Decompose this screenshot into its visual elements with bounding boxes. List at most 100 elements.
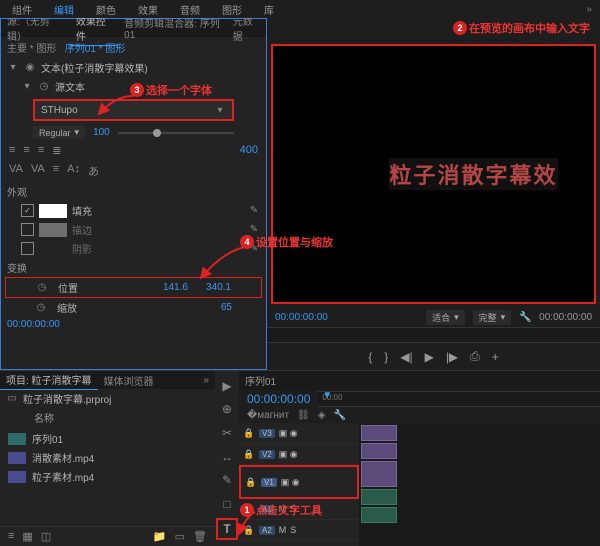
slip-tool[interactable]: ↔ xyxy=(218,448,236,466)
tracking-icon[interactable]: VA xyxy=(31,163,45,179)
layer-name: 文本(粒子消散字幕效果) xyxy=(41,60,148,75)
shadow-checkbox[interactable] xyxy=(21,242,34,255)
lock-icon[interactable]: 🔒 xyxy=(245,476,257,488)
step-back-icon[interactable]: ◀| xyxy=(400,350,412,364)
marker-icon[interactable]: ◈ xyxy=(318,410,326,421)
list-item[interactable]: 粒子素材.mp4 xyxy=(0,467,215,486)
eye-icon[interactable]: ◉ xyxy=(24,62,36,74)
stopwatch-icon[interactable]: ◷ xyxy=(36,282,48,294)
tab-color[interactable]: 颜色 xyxy=(92,0,120,19)
overflow-icon[interactable]: » xyxy=(586,4,592,15)
clip[interactable] xyxy=(361,461,397,487)
scale-value[interactable]: 65 xyxy=(221,302,232,313)
align-justify-icon[interactable]: ≣ xyxy=(52,144,61,157)
stroke-row[interactable]: 描边 ✎ xyxy=(1,220,266,239)
tab-graphics[interactable]: 图形 xyxy=(218,0,246,19)
track-area[interactable] xyxy=(359,423,600,546)
font-size[interactable]: 100 xyxy=(93,127,110,138)
chevron-down-icon: ▾ xyxy=(21,81,33,93)
timeline-tab[interactable]: 序列01 xyxy=(245,373,276,388)
kerning-icon[interactable]: VA xyxy=(9,163,23,179)
stroke-checkbox[interactable] xyxy=(21,223,34,236)
snap-icon[interactable]: �магнит xyxy=(247,410,289,421)
monitor-timecode-left[interactable]: 00:00:00:00 xyxy=(275,312,328,323)
tracking-value[interactable]: 400 xyxy=(240,144,258,157)
position-x[interactable]: 141.6 xyxy=(163,282,188,293)
step-fwd-icon[interactable]: |▶ xyxy=(446,350,458,364)
resolution-dropdown[interactable]: 完整 ▾ xyxy=(473,310,512,325)
shadow-swatch[interactable] xyxy=(39,242,67,256)
ripple-tool[interactable]: ✂ xyxy=(218,424,236,442)
fill-swatch[interactable] xyxy=(39,204,67,218)
lock-icon[interactable]: 🔒 xyxy=(243,427,255,439)
chevron-down-icon: ▾ xyxy=(7,62,19,74)
clip[interactable] xyxy=(361,507,397,523)
font-name: STHupo xyxy=(41,105,78,116)
track-v2[interactable]: 🔒V2▣ ◉ xyxy=(239,444,359,465)
clip[interactable] xyxy=(361,443,397,459)
tab-media-browser[interactable]: 媒体浏览器 xyxy=(98,371,160,390)
layer-row[interactable]: ▾ ◉ 文本(粒子消散字幕效果) xyxy=(1,58,266,77)
plus-icon[interactable]: + xyxy=(492,350,499,364)
link-icon[interactable]: ⛓ xyxy=(297,410,310,421)
mark-in-icon[interactable]: { xyxy=(368,350,372,364)
lock-icon[interactable]: 🔒 xyxy=(243,448,255,460)
stroke-swatch[interactable] xyxy=(39,223,67,237)
video-icon xyxy=(8,452,26,464)
track-select-tool[interactable]: ⊕ xyxy=(218,401,236,419)
list-item[interactable]: 序列01 xyxy=(0,429,215,448)
tab-project[interactable]: 项目: 粒子消散字幕 xyxy=(0,370,98,390)
export-frame-icon[interactable]: ⎙ xyxy=(470,349,480,364)
tab-effects[interactable]: 效果 xyxy=(134,0,162,19)
overflow-icon[interactable]: » xyxy=(203,375,215,386)
tab-audio[interactable]: 音频 xyxy=(176,0,204,19)
fill-row[interactable]: ✓ 填充 ✎ xyxy=(1,201,266,220)
tab-library[interactable]: 库 xyxy=(260,0,278,19)
icon-view-icon[interactable]: ▦ xyxy=(22,530,32,543)
play-icon[interactable]: ▶ xyxy=(425,350,434,364)
playhead-icon[interactable]: ▼ xyxy=(322,390,332,401)
list-item[interactable]: 消散素材.mp4 xyxy=(0,448,215,467)
playhead-timecode[interactable]: 00:00:00:00 xyxy=(239,390,318,408)
settings-icon[interactable]: 🔧 xyxy=(333,410,345,421)
fill-checkbox[interactable]: ✓ xyxy=(21,204,34,217)
freeform-view-icon[interactable]: ◫ xyxy=(41,530,51,543)
list-view-icon[interactable]: ≡ xyxy=(8,530,14,543)
stopwatch-icon[interactable]: ◷ xyxy=(38,81,50,93)
clip[interactable] xyxy=(361,425,397,441)
tab-components[interactable]: 组件 xyxy=(8,0,36,19)
align-right-icon[interactable]: ≡ xyxy=(38,144,44,157)
selection-tool[interactable]: ▶ xyxy=(218,377,236,395)
new-item-icon[interactable]: ▭ xyxy=(175,530,185,543)
tsume-icon[interactable]: あ xyxy=(88,163,99,179)
rectangle-tool[interactable]: □ xyxy=(218,495,236,513)
align-left-icon[interactable]: ≡ xyxy=(9,144,15,157)
new-bin-icon[interactable]: 📁 xyxy=(153,530,167,543)
pen-tool[interactable]: ✎ xyxy=(218,471,236,489)
clip[interactable] xyxy=(361,489,397,505)
preview-canvas[interactable]: 粒子消散字幕效 xyxy=(271,44,596,304)
annotation-4-badge: 4 xyxy=(240,235,254,249)
type-tool[interactable]: T xyxy=(216,518,238,540)
scale-row[interactable]: ◷ 缩放 65 xyxy=(5,298,262,317)
zoom-dropdown[interactable]: 适合 ▾ xyxy=(426,310,465,325)
eyedropper-icon[interactable]: ✎ xyxy=(248,205,260,217)
tab-edit[interactable]: 编辑 xyxy=(50,0,78,19)
font-size-slider[interactable] xyxy=(118,132,234,134)
timeline-ruler[interactable]: 00:00 ▼ xyxy=(318,391,600,407)
leading-icon[interactable]: ≡ xyxy=(53,163,59,179)
subtitle-text[interactable]: 粒子消散字幕效 xyxy=(389,158,557,190)
align-center-icon[interactable]: ≡ xyxy=(23,144,29,157)
baseline-icon[interactable]: A↕ xyxy=(67,163,80,179)
source-tabs: 源:（无剪辑） 效果控件 音频剪辑混合器: 序列01 元数据 xyxy=(1,19,266,37)
stopwatch-icon[interactable]: ◷ xyxy=(35,302,47,314)
timeline-panel: 序列01 00:00:00:00 00:00 ▼ �магнит ⛓ ◈ 🔧 🔒… xyxy=(239,371,600,546)
trash-icon[interactable]: 🗑 xyxy=(193,530,207,543)
track-v3[interactable]: 🔒V3▣ ◉ xyxy=(239,423,359,444)
chevron-down-icon: ▾ xyxy=(75,127,80,138)
mark-out-icon[interactable]: } xyxy=(384,350,388,364)
wrench-icon[interactable]: 🔧 xyxy=(519,312,531,324)
track-v1[interactable]: 🔒V1▣ ◉ xyxy=(239,465,359,499)
monitor-ruler[interactable] xyxy=(267,327,600,343)
font-weight-dropdown[interactable]: Regular ▾ xyxy=(33,126,85,139)
